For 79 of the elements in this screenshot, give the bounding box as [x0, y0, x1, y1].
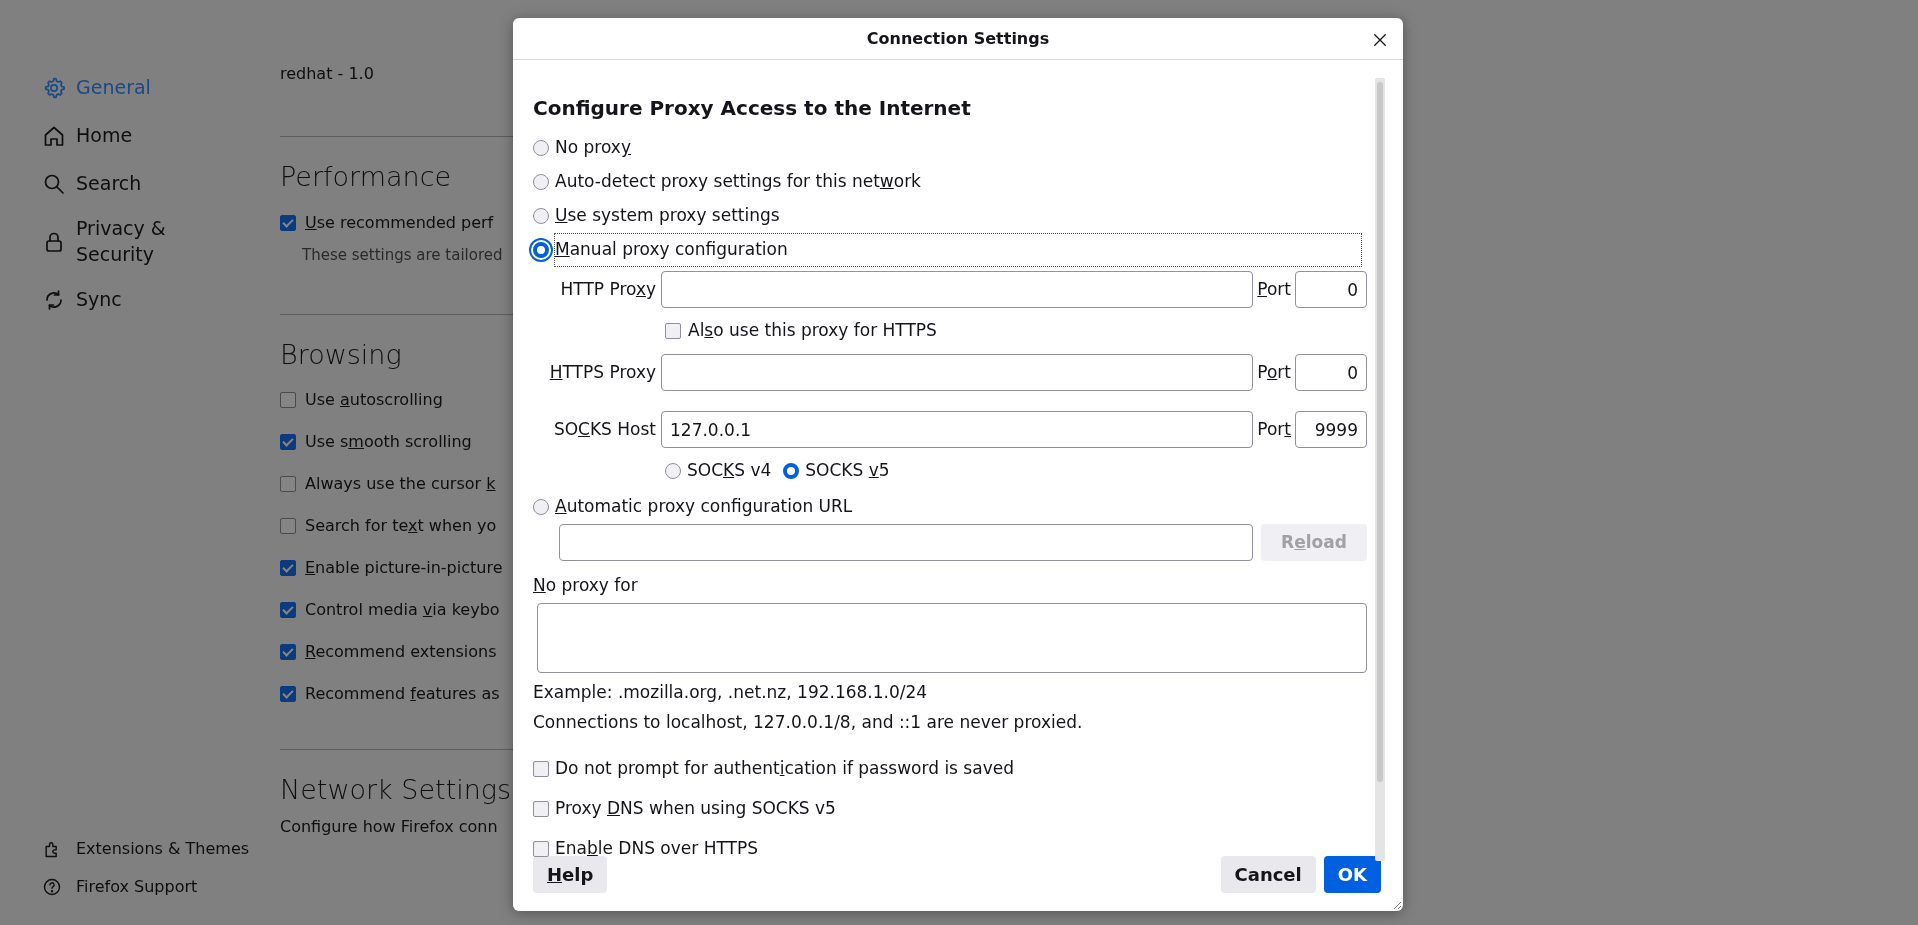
- checkbox[interactable]: [280, 476, 296, 492]
- radio-label[interactable]: No proxy: [555, 135, 631, 161]
- sidebar-item[interactable]: Privacy & Security: [42, 216, 280, 268]
- checkbox[interactable]: [665, 323, 681, 339]
- text-area[interactable]: [537, 603, 1367, 673]
- checkbox[interactable]: [533, 761, 549, 777]
- radio-label[interactable]: Use system proxy settings: [555, 203, 780, 229]
- description-text: Configure how Firefox conn: [280, 815, 499, 838]
- field-label: HTTP Proxy: [559, 277, 657, 301]
- checkbox-label: Use recommended perf: [305, 211, 494, 234]
- example-text: Example: .mozilla.org, .net.nz, 192.168.1.0/24: [533, 681, 929, 704]
- sidebar-item[interactable]: Sync: [42, 284, 280, 316]
- help-button[interactable]: Help: [533, 856, 608, 893]
- close-icon: [1371, 31, 1389, 49]
- gear-icon: [42, 75, 66, 100]
- radio-label[interactable]: Auto-detect proxy settings for this network: [555, 169, 921, 195]
- checkbox[interactable]: [280, 392, 296, 408]
- checkbox-label: Proxy DNS when using SOCKS v5: [555, 797, 836, 821]
- dialog-title: Connection Settings: [866, 27, 1050, 50]
- checkbox-label: Also use this proxy for HTTPS: [688, 319, 937, 343]
- field-label: Port: [1256, 417, 1292, 441]
- section-title: Performance: [280, 160, 453, 194]
- checkbox[interactable]: [280, 214, 296, 231]
- radio-button[interactable]: [783, 463, 800, 479]
- checkbox[interactable]: [280, 560, 296, 576]
- radio-button[interactable]: [533, 140, 549, 156]
- checkbox-label: Search for text when yo: [305, 515, 497, 537]
- port-field[interactable]: 0: [1295, 271, 1367, 308]
- cancel-button[interactable]: Cancel: [1220, 856, 1316, 893]
- radio-label[interactable]: Automatic proxy configuration URL: [555, 494, 853, 520]
- radio-button[interactable]: [533, 242, 549, 258]
- field-label: Port: [1256, 277, 1292, 301]
- checkbox[interactable]: [280, 686, 296, 702]
- field-label: SOCKS Host: [552, 417, 657, 441]
- radio-button[interactable]: [665, 463, 681, 479]
- section-title: Browsing: [280, 337, 403, 372]
- field-label: Port: [1256, 360, 1292, 384]
- radio-label[interactable]: Manual proxy configuration: [555, 234, 1361, 266]
- sidebar-item[interactable]: Search: [42, 168, 280, 199]
- radio-label[interactable]: SOCKS v4: [687, 458, 772, 484]
- version-text: redhat - 1.0: [280, 63, 375, 85]
- checkbox-label: Use autoscrolling: [305, 389, 443, 411]
- url-field[interactable]: [559, 524, 1253, 561]
- sidebar-link[interactable]: Firefox Support: [42, 875, 280, 899]
- reload-button: Reload: [1261, 524, 1367, 561]
- checkbox-label: Do not prompt for authentication if password is saved: [555, 757, 1014, 781]
- checkbox-label: Always use the cursor k: [305, 473, 496, 495]
- checkbox[interactable]: [280, 434, 296, 450]
- checkbox[interactable]: [533, 801, 549, 817]
- description-text: These settings are tailored: [301, 244, 504, 266]
- port-field[interactable]: 0: [1295, 354, 1367, 391]
- checkbox-label: Recommend features as: [305, 683, 500, 705]
- help-icon: [42, 877, 62, 897]
- field-label: No proxy for: [533, 574, 639, 597]
- radio-button[interactable]: [533, 174, 549, 190]
- checkbox[interactable]: [280, 644, 296, 660]
- checkbox-label: Use smooth scrolling: [305, 431, 472, 453]
- text-field[interactable]: [661, 354, 1254, 391]
- text-field[interactable]: 127.0.0.1: [661, 411, 1254, 448]
- port-field[interactable]: 9999: [1295, 411, 1367, 448]
- checkbox-label: Enable picture-in-picture: [305, 557, 503, 579]
- checkbox-label: Recommend extensions: [305, 641, 497, 663]
- field-label: HTTPS Proxy: [548, 360, 657, 384]
- checkbox[interactable]: [280, 518, 296, 534]
- radio-button[interactable]: [533, 208, 549, 224]
- checkbox[interactable]: [280, 602, 296, 618]
- radio-button[interactable]: [533, 499, 549, 515]
- section-heading: Configure Proxy Access to the Internet: [533, 95, 972, 122]
- scrollbar[interactable]: [1375, 78, 1385, 861]
- note-text: Connections to localhost, 127.0.0.1/8, and ::1 are never proxied.: [533, 711, 1084, 734]
- sidebar-link[interactable]: Extensions & Themes: [42, 837, 280, 861]
- checkbox-label: Control media via keybo: [305, 599, 500, 621]
- section-title: Network Settings: [280, 773, 513, 807]
- resize-grip-icon[interactable]: [1392, 900, 1402, 910]
- text-field[interactable]: [661, 271, 1254, 308]
- sidebar-item[interactable]: Home: [42, 120, 280, 151]
- radio-label[interactable]: SOCKS v5: [805, 458, 890, 484]
- ok-button[interactable]: OK: [1323, 856, 1381, 893]
- checkbox[interactable]: [533, 841, 549, 857]
